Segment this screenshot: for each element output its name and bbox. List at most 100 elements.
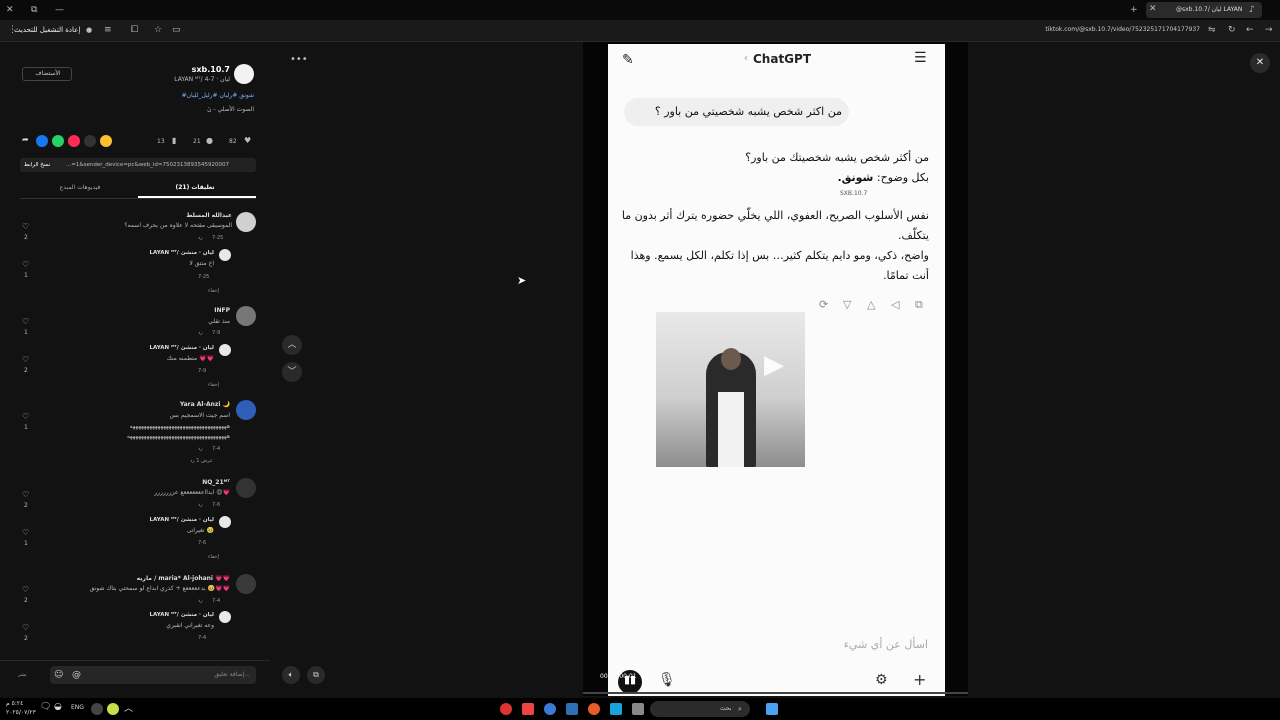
tools-icon[interactable]: ⚙	[875, 672, 888, 688]
embed-icon[interactable]	[84, 135, 96, 147]
comment-username[interactable]: ماريه / maria* Al-johani 💗💗	[90, 575, 230, 582]
author-username[interactable]: sxb.10.7	[140, 65, 230, 74]
reply-username[interactable]: LAYAN ᴹᵀ/ ليان · منشئ	[100, 345, 214, 351]
back-arrow-icon[interactable]: ←	[1246, 20, 1254, 40]
reply-username[interactable]: LAYAN ᴹᵀ/ ليان · منشئ	[100, 517, 214, 523]
new-chat-icon[interactable]: ✎	[622, 52, 634, 68]
comment-like-icon[interactable]: ♡	[22, 490, 29, 499]
comment-username[interactable]: عبدالله المسلط	[120, 212, 232, 219]
commenter-avatar[interactable]	[236, 478, 256, 498]
picture-in-picture-button[interactable]: ⧉	[307, 666, 325, 684]
microphone-icon[interactable]: 🎙︎	[658, 672, 676, 688]
taskbar-clock-date[interactable]: ٢٠٢٥/٠٧/٢٣	[6, 709, 36, 717]
reply-link[interactable]: رد	[198, 598, 203, 604]
share-link[interactable]: ...=1&sender_device=pc&web_id=7502313893…	[66, 158, 252, 172]
refresh-icon[interactable]: ↻	[1228, 20, 1236, 40]
chatgpt-title[interactable]: ChatGPT	[753, 52, 811, 66]
reply-like-icon[interactable]: ♡	[22, 355, 29, 364]
reply-username[interactable]: LAYAN ᴹᵀ/ ليان · منشئ	[100, 612, 214, 618]
wifi-icon[interactable]: ◒	[54, 702, 62, 712]
copy-link-button[interactable]: نسخ الرابط	[24, 158, 50, 172]
hide-replies-link[interactable]: إخفاء	[208, 288, 219, 294]
thumbs-up-icon[interactable]: △	[867, 298, 875, 311]
reply-avatar[interactable]	[219, 344, 231, 356]
chat-input-placeholder[interactable]: اسأل عن أي شيء	[758, 638, 928, 651]
comment-like-icon[interactable]: ♡	[22, 317, 29, 326]
commenter-avatar[interactable]	[236, 574, 256, 594]
close-window-icon[interactable]: ✕	[6, 0, 14, 20]
profile-icon[interactable]: ●	[86, 20, 92, 40]
taskbar-app-6[interactable]	[610, 703, 622, 715]
tray-app-icon[interactable]	[107, 703, 119, 715]
share-arrow-icon[interactable]: ➦	[22, 135, 29, 144]
volume-button[interactable]: 🔈︎	[282, 666, 300, 684]
windows-start-icon[interactable]	[766, 703, 778, 715]
post-comment-button[interactable]: نشر	[18, 672, 27, 678]
minimize-window-icon[interactable]: —	[55, 0, 64, 20]
whatsapp-icon[interactable]	[52, 135, 64, 147]
active-tab[interactable]: ✕ @sxb.10.7/ ليان LAYAN ♪	[1146, 2, 1262, 18]
close-tab-icon[interactable]: ✕	[1149, 0, 1157, 19]
more-options-icon[interactable]: •••	[290, 54, 308, 65]
language-indicator[interactable]: ENG	[71, 704, 84, 711]
view-replies-link[interactable]: عرض 1 رد	[190, 458, 213, 464]
post-sound[interactable]: الصوت الأصلي - نَ	[150, 106, 254, 113]
favorite-star-icon[interactable]: ☆	[154, 20, 162, 40]
reply-like-icon[interactable]: ♡	[22, 528, 29, 537]
follow-button[interactable]: الأستضاف	[22, 67, 72, 81]
comment-icon[interactable]: ●	[206, 136, 213, 145]
reply-avatar[interactable]	[219, 249, 231, 261]
collections-icon[interactable]: ≡	[104, 20, 112, 40]
notification-icon[interactable]: 🗨︎	[40, 702, 51, 712]
taskbar-app-1[interactable]	[500, 703, 512, 715]
taskbar-clock-time[interactable]: ٥:٢٤ م	[6, 700, 23, 708]
video-thumbnail[interactable]: ▶	[656, 312, 805, 467]
author-avatar[interactable]	[234, 64, 254, 84]
comment-like-icon[interactable]: ♡	[22, 585, 29, 594]
reply-avatar[interactable]	[219, 611, 231, 623]
post-hashtags[interactable]: #شونق #رليان #رليل_لليان	[110, 92, 254, 99]
play-icon[interactable]: ▶	[764, 350, 784, 380]
reply-like-icon[interactable]: ♡	[22, 260, 29, 269]
mic-tray-icon[interactable]	[91, 703, 103, 715]
tray-expand-icon[interactable]: ︿	[124, 701, 133, 714]
address-bar[interactable]: tiktok.com/@sxb.10.7/video/7523251717041…	[1000, 23, 1200, 37]
next-video-button[interactable]: ﹀	[282, 362, 302, 382]
extensions-icon[interactable]: ⧠	[131, 20, 138, 40]
hide-replies-link[interactable]: إخفاء	[208, 554, 219, 560]
taskbar-app-4[interactable]	[566, 703, 578, 715]
reply-username[interactable]: LAYAN ᴹᵀ/ ليان · منشئ	[100, 250, 214, 256]
reload-update-button[interactable]: إعادة التشغيل للتحديث	[14, 23, 80, 37]
regenerate-icon[interactable]: ⟳	[819, 298, 828, 311]
reply-link[interactable]: رد	[198, 502, 203, 508]
commenter-avatar[interactable]	[236, 306, 256, 326]
like-icon[interactable]: ♥	[244, 136, 251, 145]
comment-like-icon[interactable]: ♡	[22, 222, 29, 231]
reply-avatar[interactable]	[219, 516, 231, 528]
forward-arrow-icon[interactable]: →	[1265, 20, 1273, 40]
new-tab-icon[interactable]: +	[1130, 0, 1138, 20]
emoji-icon[interactable]	[100, 135, 112, 147]
reply-like-icon[interactable]: ♡	[22, 623, 29, 632]
sidebar-menu-icon[interactable]: ☰	[914, 50, 927, 66]
comment-username[interactable]: NQ_21ᴹᵀ	[120, 479, 230, 486]
commenter-avatar[interactable]	[236, 400, 256, 420]
comment-username[interactable]: INFP	[120, 307, 230, 314]
reply-link[interactable]: رد	[198, 235, 203, 241]
split-screen-icon[interactable]: ▭	[172, 20, 181, 40]
thumbs-down-icon[interactable]: ▽	[843, 298, 851, 311]
previous-video-button[interactable]: ︿	[282, 335, 302, 355]
reply-link[interactable]: رد	[198, 330, 203, 336]
comment-like-icon[interactable]: ♡	[22, 412, 29, 421]
reader-icon[interactable]: ⇋	[1208, 20, 1216, 40]
taskbar-app-2[interactable]	[522, 703, 534, 715]
reply-link[interactable]: رد	[198, 446, 203, 452]
copy-icon[interactable]: ⧉	[915, 298, 923, 312]
read-aloud-icon[interactable]: ◁	[891, 298, 899, 311]
save-icon[interactable]: ▮	[172, 136, 176, 145]
close-video-button[interactable]: ✕	[1250, 53, 1270, 73]
commenter-avatar[interactable]	[236, 212, 256, 232]
plus-icon[interactable]: +	[913, 670, 926, 689]
hide-replies-link[interactable]: إخفاء	[208, 382, 219, 388]
taskbar-search[interactable]: بحث ⌕	[650, 701, 750, 717]
